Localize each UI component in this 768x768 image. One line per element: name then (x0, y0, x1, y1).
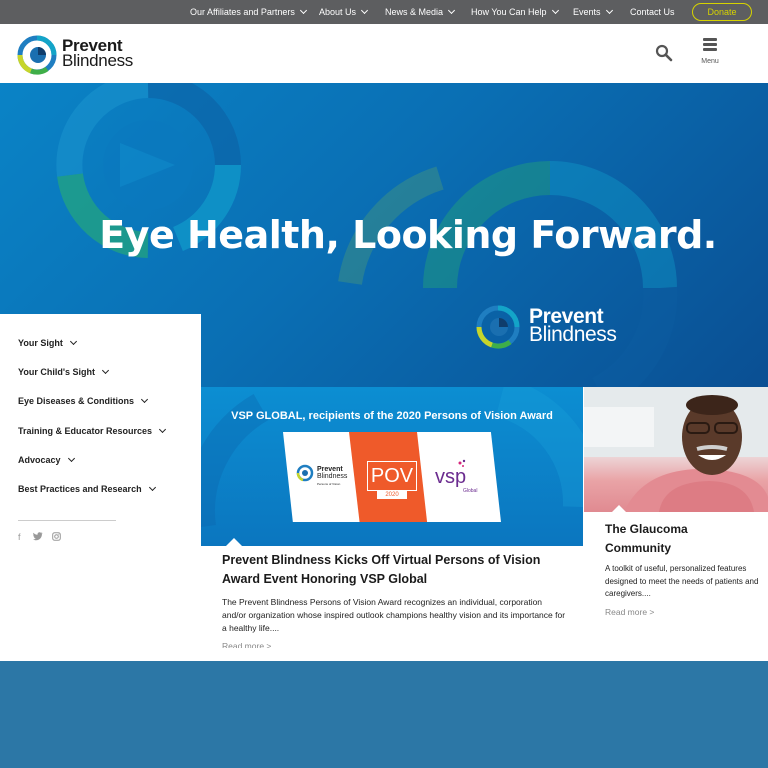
sidebar-item-training[interactable]: Training & Educator Resources (18, 425, 167, 436)
sidebar-divider (18, 520, 116, 521)
hero-logo-wordmark: Prevent Blindness (529, 306, 617, 346)
menu-button[interactable]: Menu (697, 38, 723, 68)
chevron-down-icon (605, 6, 613, 15)
featured-article-title[interactable]: Prevent Blindness Kicks Off Virtual Pers… (222, 551, 562, 589)
hamburger-icon-bar (703, 43, 717, 46)
site-header: Prevent Blindness Menu (0, 24, 768, 83)
glaucoma-community-card[interactable]: The Glaucoma Community A toolkit of usef… (583, 387, 768, 661)
image-caption: VSP GLOBAL, recipients of the 2020 Perso… (231, 410, 553, 422)
nav-item-label: About Us (319, 7, 357, 17)
mini-logo-line-1: Prevent (317, 466, 343, 473)
smiling-man-photo (584, 387, 768, 512)
mini-logo-line-3: Persons of Vision (317, 482, 341, 486)
nav-item-label: Events (573, 7, 601, 17)
chevron-down-icon (69, 337, 77, 346)
nav-item-label: News & Media (385, 7, 444, 17)
logo-wordmark: Prevent Blindness (62, 37, 134, 70)
sidebar-item-your-sight[interactable]: Your Sight (18, 337, 77, 348)
card-notch (611, 505, 627, 512)
sidebar-item-best-practices[interactable]: Best Practices and Research (18, 483, 156, 494)
glaucoma-card-title[interactable]: The Glaucoma Community (605, 520, 755, 558)
twitter-icon[interactable] (33, 532, 43, 541)
logo-mark-icon (17, 35, 57, 75)
nav-item-affiliates[interactable]: Our Affiliates and Partners (190, 0, 307, 24)
facebook-icon[interactable]: f (18, 532, 21, 542)
hero-logo-mark-icon (476, 305, 520, 349)
chevron-down-icon (299, 6, 307, 15)
glaucoma-card-excerpt: A toolkit of useful, personalized featur… (605, 564, 759, 598)
sidebar-item-eye-diseases[interactable]: Eye Diseases & Conditions (18, 395, 149, 406)
hero-logo-line-2: Blindness (529, 323, 617, 346)
nav-item-contact[interactable]: Contact Us (630, 0, 675, 24)
pov-year: 2020 (377, 491, 407, 499)
mini-logo-line-2: Blindness (317, 473, 348, 480)
nav-item-label: How You Can Help (471, 7, 547, 17)
hamburger-icon (703, 38, 717, 41)
sidebar-item-advocacy[interactable]: Advocacy (18, 454, 75, 465)
chevron-down-icon (447, 6, 456, 15)
footer-band (0, 661, 768, 768)
sidebar-item-your-childs-sight[interactable]: Your Child's Sight (18, 366, 110, 377)
glaucoma-card-image (584, 387, 768, 512)
chevron-down-icon (148, 483, 156, 492)
nav-item-about[interactable]: About Us (319, 0, 369, 24)
sidebar-item-label: Eye Diseases & Conditions (18, 396, 135, 406)
chevron-down-icon (551, 6, 559, 15)
featured-read-more-link[interactable]: Read more > (222, 640, 271, 648)
nav-item-label: Contact Us (630, 7, 675, 17)
pov-logo: POV (367, 461, 417, 491)
mini-logo-mark-icon (296, 464, 314, 482)
sidebar-item-label: Advocacy (18, 455, 61, 465)
hamburger-icon-bar (703, 48, 717, 51)
utility-bar: Our Affiliates and Partners About Us New… (0, 0, 768, 24)
sidebar-nav: Your Sight Your Child's Sight Eye Diseas… (0, 314, 201, 661)
sidebar-item-label: Your Sight (18, 338, 63, 348)
featured-article-image: VSP GLOBAL, recipients of the 2020 Perso… (201, 387, 583, 546)
vsp-logo-sub: Global (463, 488, 478, 494)
featured-article-card[interactable]: VSP GLOBAL, recipients of the 2020 Perso… (201, 387, 583, 661)
vsp-dots-icon (458, 459, 466, 467)
chevron-down-icon (360, 6, 369, 15)
chevron-down-icon (159, 425, 167, 434)
chevron-down-icon (67, 454, 75, 463)
nav-item-how-you-can-help[interactable]: How You Can Help (471, 0, 559, 24)
nav-item-events[interactable]: Events (573, 0, 613, 24)
sidebar-item-label: Your Child's Sight (18, 367, 95, 377)
featured-article-excerpt: The Prevent Blindness Persons of Vision … (222, 597, 566, 633)
sidebar-item-label: Training & Educator Resources (18, 426, 153, 436)
card-notch (226, 538, 242, 546)
instagram-icon[interactable] (52, 532, 61, 541)
sidebar-item-label: Best Practices and Research (18, 484, 142, 494)
chevron-down-icon (141, 395, 149, 404)
logo-line-2: Blindness (62, 51, 134, 70)
nav-item-label: Our Affiliates and Partners (190, 7, 295, 17)
search-icon[interactable] (655, 44, 673, 62)
nav-item-news-media[interactable]: News & Media (385, 0, 456, 24)
menu-label: Menu (701, 58, 719, 65)
chevron-down-icon (101, 366, 110, 375)
hero-title: Eye Health, Looking Forward. (99, 213, 717, 257)
donate-button[interactable]: Donate (692, 3, 752, 21)
glaucoma-read-more-link[interactable]: Read more > (605, 607, 654, 617)
